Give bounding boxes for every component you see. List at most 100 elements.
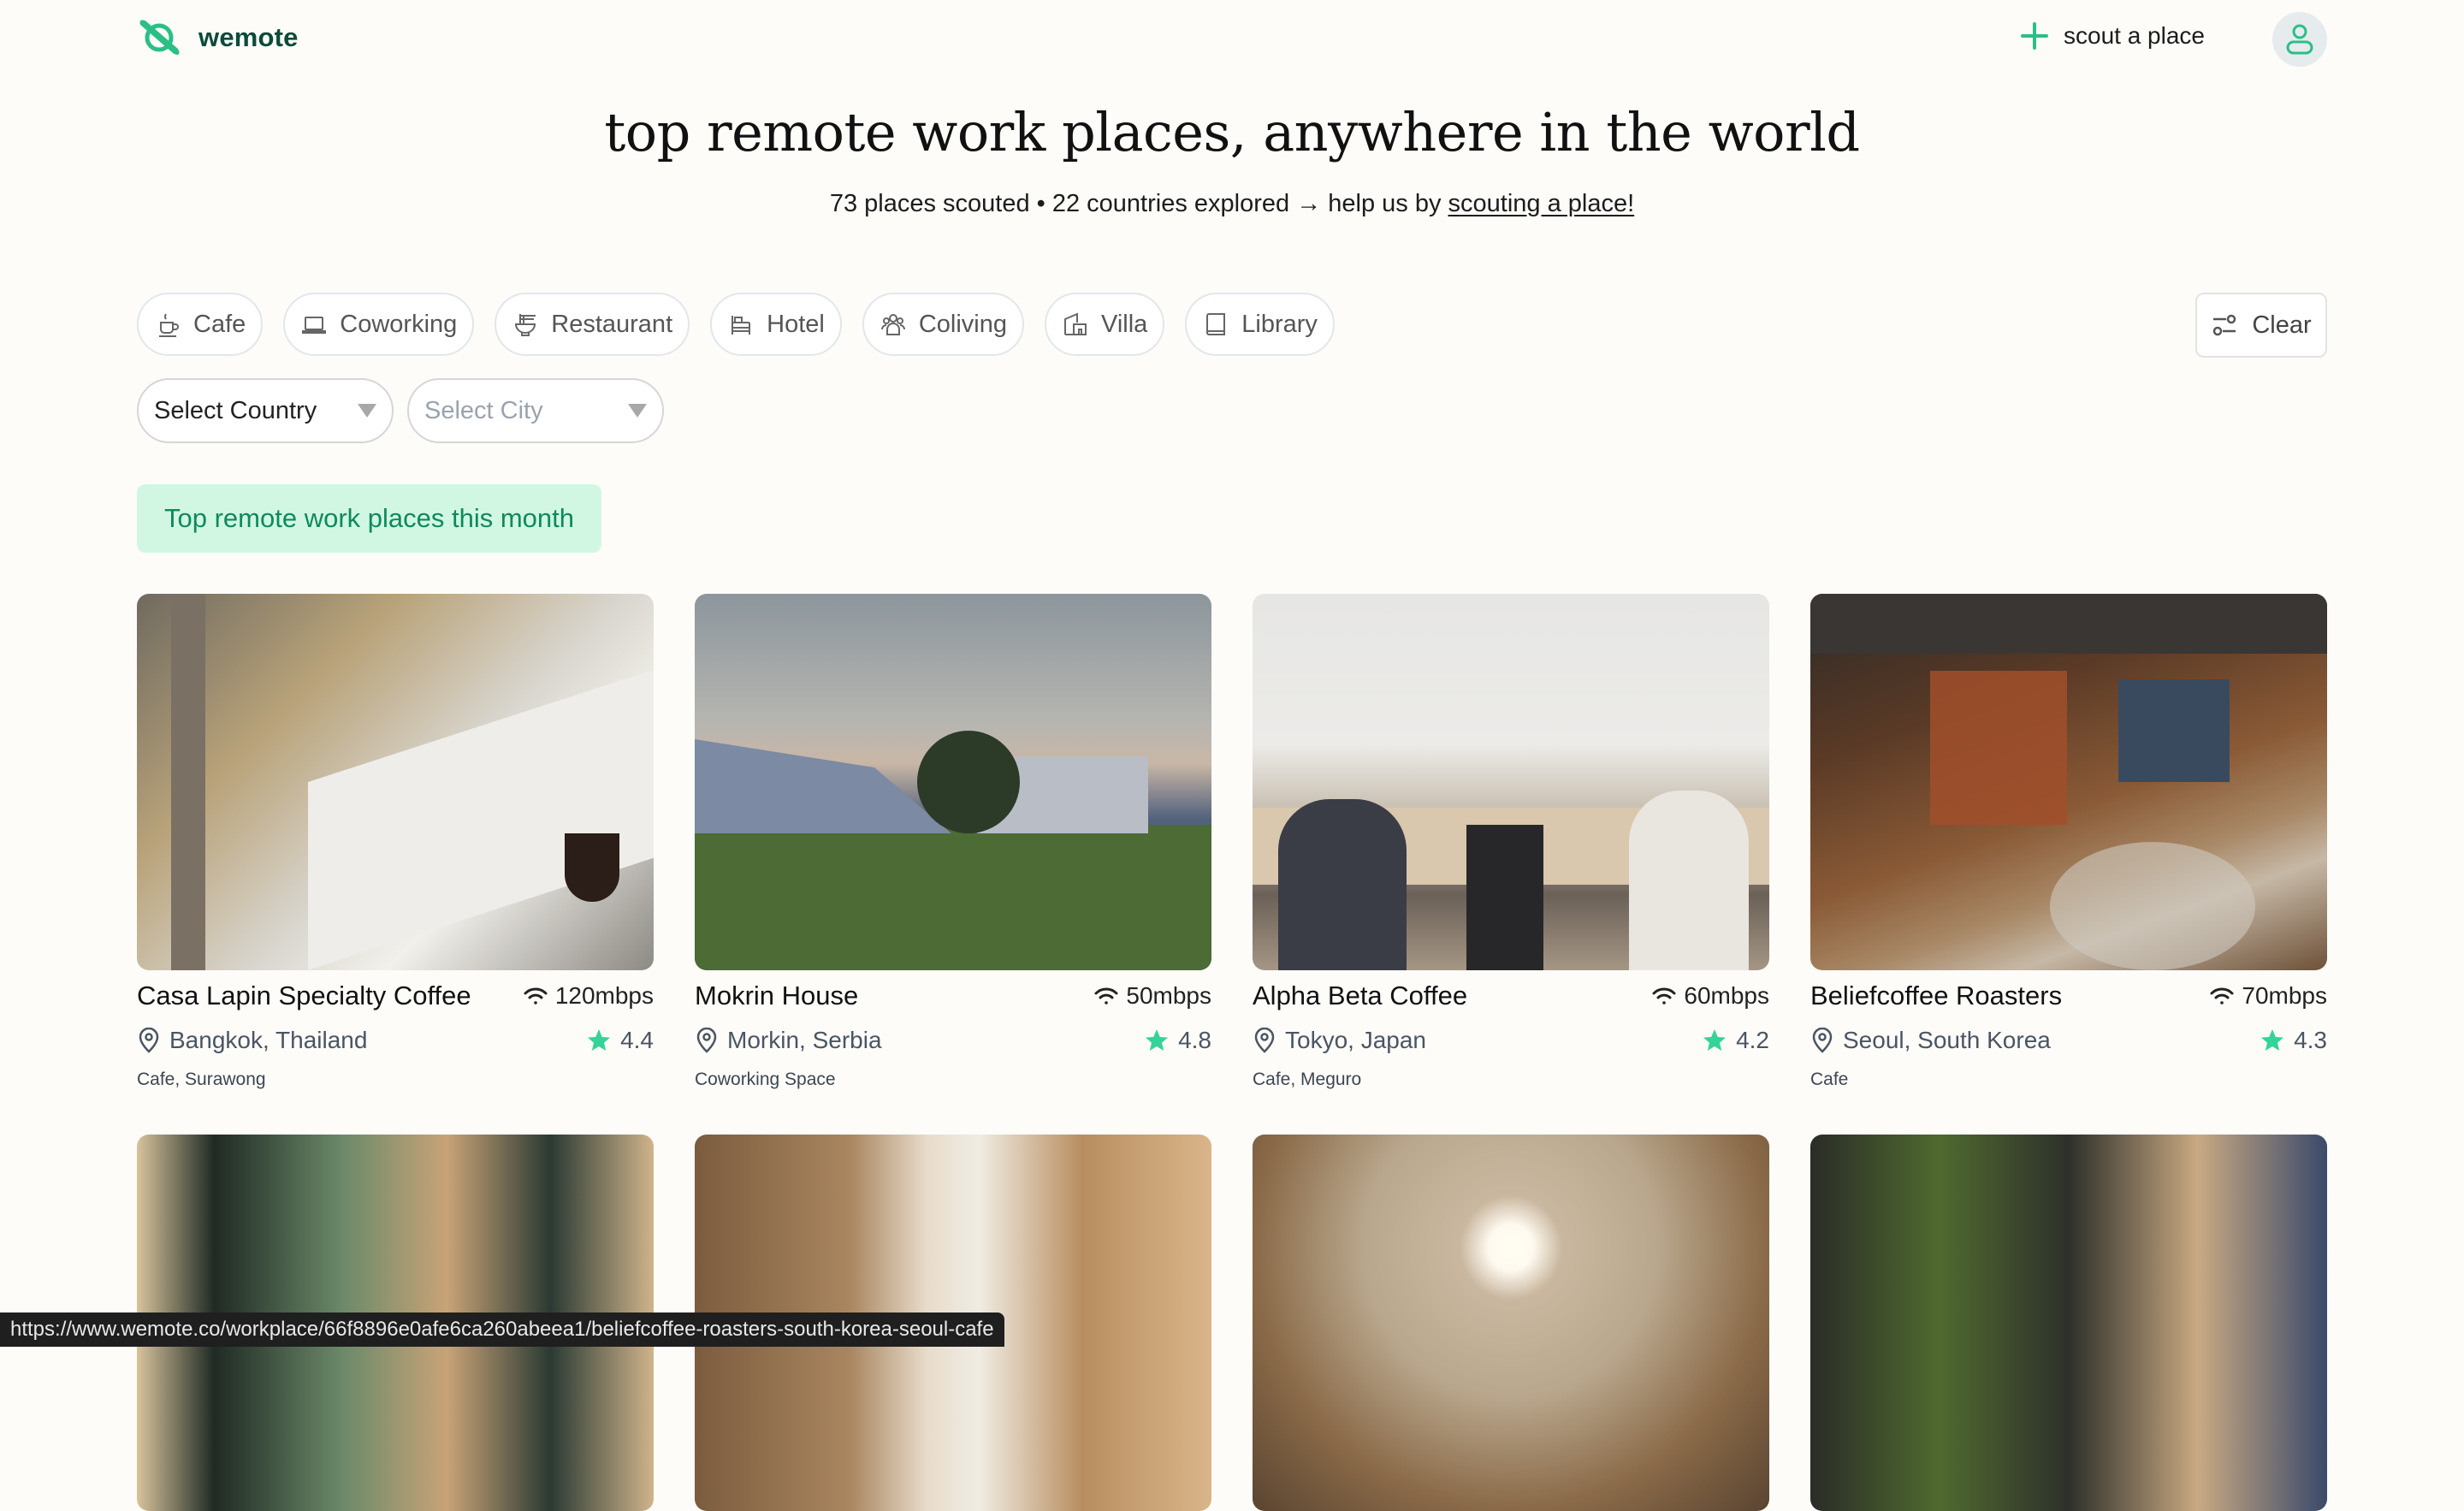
place-location-text: Seoul, South Korea	[1843, 1027, 2051, 1053]
map-pin-icon	[1254, 1028, 1275, 1053]
scout-a-place-label: scout a place	[2064, 22, 2205, 49]
section-title: Top remote work places this month	[164, 503, 574, 533]
place-rating-value: 4.8	[1178, 1027, 1211, 1053]
place-tags: Cafe, Meguro	[1253, 1070, 1362, 1089]
wifi-speed: 50mbps	[1093, 982, 1211, 1010]
place-location: Seoul, South Korea	[1810, 1027, 2051, 1054]
place-rating-value: 4.4	[620, 1027, 654, 1053]
place-tags: Cafe	[1810, 1070, 1849, 1089]
filter-chip-coliving[interactable]: Coliving	[862, 293, 1024, 356]
country-select[interactable]: Select Country	[137, 378, 394, 443]
book-icon	[1206, 313, 1226, 335]
star-icon	[1146, 1029, 1169, 1051]
place-photo	[695, 594, 1211, 970]
place-name: Mokrin House	[695, 981, 859, 1010]
place-card[interactable]: Beliefcoffee Roasters 70mbps Seoul, Sout…	[1810, 594, 2327, 1089]
user-avatar-button[interactable]	[2272, 12, 2327, 67]
city-select[interactable]: Select City	[407, 378, 664, 443]
clear-filters-button[interactable]: Clear	[2195, 293, 2327, 358]
filter-chip-label: Cafe	[193, 310, 246, 338]
wifi-icon	[1094, 987, 1118, 1004]
star-icon	[2261, 1029, 2284, 1051]
wifi-speed-value: 60mbps	[1684, 982, 1769, 1009]
place-card[interactable]: Alpha Beta Coffee 60mbps Tokyo, Japan 4.…	[1253, 594, 1769, 1089]
hero-subtitle: 73 places scouted • 22 countries explore…	[0, 190, 2464, 218]
hero-stats: 73 places scouted • 22 countries explore…	[829, 190, 1448, 217]
wifi-speed-value: 70mbps	[2242, 982, 2327, 1009]
star-icon	[1703, 1029, 1727, 1051]
wifi-icon	[1652, 987, 1676, 1004]
bed-icon	[732, 316, 751, 335]
wifi-speed-value: 50mbps	[1126, 982, 1211, 1009]
coffee-cup-icon	[159, 313, 179, 337]
status-url: https://www.wemote.co/workplace/66f8896e…	[10, 1318, 994, 1341]
place-card[interactable]: Mokrin House 50mbps Morkin, Serbia 4.8 C…	[695, 594, 1211, 1089]
place-card[interactable]: Casa Lapin Specialty Coffee 120mbps Bang…	[137, 594, 654, 1089]
place-rating-value: 4.3	[2294, 1027, 2327, 1053]
country-select-value: Select Country	[154, 396, 317, 424]
wifi-speed: 70mbps	[2209, 982, 2327, 1010]
section-title-badge: Top remote work places this month	[137, 484, 601, 553]
place-location-text: Morkin, Serbia	[727, 1027, 882, 1053]
place-photo	[1810, 1135, 2327, 1511]
place-location: Bangkok, Thailand	[137, 1027, 367, 1054]
noodle-bowl-icon	[515, 314, 536, 336]
place-rating-value: 4.2	[1736, 1027, 1769, 1053]
people-icon	[880, 314, 905, 335]
filter-chip-label: Villa	[1101, 310, 1148, 338]
map-pin-icon	[1812, 1028, 1833, 1053]
sliders-icon	[2213, 314, 2236, 336]
place-name: Alpha Beta Coffee	[1253, 981, 1468, 1010]
wifi-icon	[2210, 987, 2234, 1004]
laptop-icon	[302, 317, 327, 334]
place-name: Beliefcoffee Roasters	[1810, 981, 2063, 1010]
filter-chip-label: Restaurant	[551, 310, 673, 338]
place-photo	[1253, 594, 1769, 970]
place-card[interactable]	[1810, 1135, 2327, 1511]
filter-chip-label: Coliving	[918, 310, 1007, 338]
city-select-placeholder: Select City	[424, 396, 543, 424]
filter-chip-label: Hotel	[767, 310, 825, 338]
filter-chip-cafe[interactable]: Cafe	[137, 293, 264, 356]
place-photo	[1810, 594, 2327, 970]
place-location-text: Tokyo, Japan	[1285, 1027, 1426, 1053]
place-location: Tokyo, Japan	[1253, 1027, 1426, 1054]
chevron-down-icon	[358, 404, 376, 418]
place-name: Casa Lapin Specialty Coffee	[137, 981, 471, 1010]
brand-name: wemote	[198, 22, 299, 52]
filter-chip-coworking[interactable]: Coworking	[283, 293, 475, 356]
place-tags: Cafe, Surawong	[137, 1070, 266, 1089]
filter-chip-label: Coworking	[340, 310, 458, 338]
clear-label: Clear	[2252, 311, 2312, 339]
link-preview-status-bar: https://www.wemote.co/workplace/66f8896e…	[0, 1312, 1004, 1347]
hero-title: top remote work places, anywhere in the …	[604, 101, 1860, 163]
scout-a-place-button[interactable]: scout a place	[2019, 21, 2205, 51]
top-nav: wemote scout a place	[0, 0, 2464, 79]
place-photo	[1253, 1135, 1769, 1511]
user-icon	[2286, 24, 2313, 55]
category-filters: Cafe Coworking Restaurant Hotel Coliving…	[137, 293, 1335, 356]
chevron-down-icon	[628, 404, 647, 418]
star-icon	[588, 1029, 611, 1051]
map-pin-icon	[696, 1028, 717, 1053]
place-photo	[137, 594, 654, 970]
filter-chip-hotel[interactable]: Hotel	[710, 293, 842, 356]
place-location: Morkin, Serbia	[695, 1027, 882, 1054]
plus-icon	[2021, 22, 2048, 50]
scouting-a-place-link[interactable]: scouting a place!	[1448, 190, 1635, 217]
logo-link[interactable]: wemote	[137, 19, 299, 56]
wifi-speed-value: 120mbps	[554, 982, 654, 1009]
planet-logo-icon	[139, 20, 180, 55]
filter-chip-library[interactable]: Library	[1185, 293, 1335, 356]
house-icon	[1064, 312, 1087, 335]
map-pin-icon	[139, 1028, 159, 1053]
place-rating: 4.2	[1702, 1027, 1769, 1054]
place-location-text: Bangkok, Thailand	[169, 1027, 368, 1053]
filter-chip-restaurant[interactable]: Restaurant	[495, 293, 690, 356]
wifi-icon	[524, 987, 548, 1004]
place-rating: 4.8	[1144, 1027, 1211, 1054]
filter-chip-villa[interactable]: Villa	[1045, 293, 1165, 356]
place-card[interactable]	[1253, 1135, 1769, 1511]
place-rating: 4.4	[586, 1027, 654, 1054]
wifi-speed: 60mbps	[1651, 982, 1769, 1010]
